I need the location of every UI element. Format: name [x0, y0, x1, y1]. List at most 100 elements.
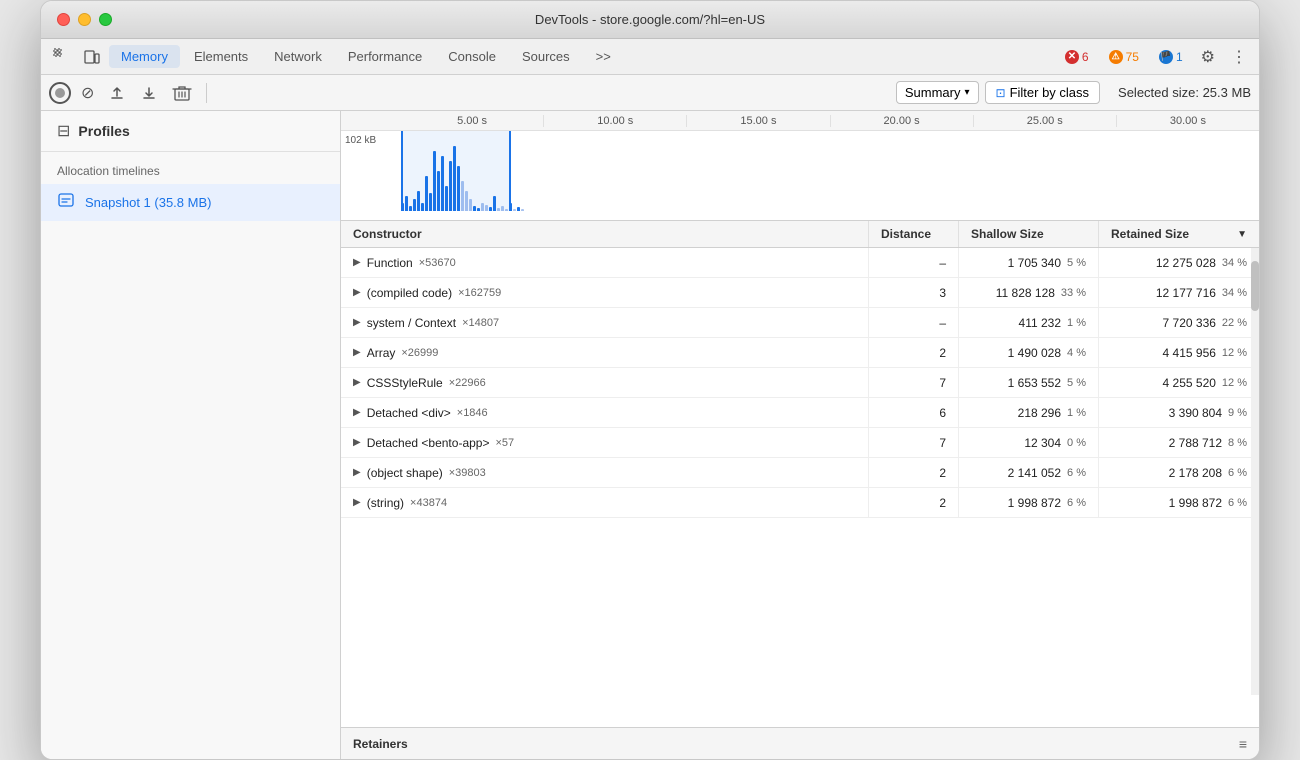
cell-shallow: 411 2321 %: [959, 308, 1099, 337]
info-badge[interactable]: 🏴 1: [1153, 48, 1189, 66]
snapshot-item[interactable]: Snapshot 1 (35.8 MB): [41, 184, 340, 221]
table-row: ▶ Detached <bento-app> ×57 7 12 3040 % 2…: [341, 428, 1259, 458]
timeline-area: 5.00 s 10.00 s 15.00 s 20.00 s 25.00 s 3…: [341, 111, 1259, 221]
expand-arrow[interactable]: ▶: [353, 437, 361, 448]
expand-arrow[interactable]: ▶: [353, 347, 361, 358]
error-badge[interactable]: ✕ 6: [1059, 48, 1095, 66]
expand-arrow[interactable]: ▶: [353, 467, 361, 478]
selected-size-label: Selected size: 25.3 MB: [1118, 85, 1251, 100]
minimize-button[interactable]: [78, 13, 91, 26]
cell-distance: 3: [869, 278, 959, 307]
main-toolbar: MemoryElementsNetworkPerformanceConsoleS…: [41, 39, 1259, 75]
cell-constructor: ▶ system / Context ×14807: [341, 308, 869, 337]
error-count: 6: [1082, 50, 1089, 64]
expand-arrow[interactable]: ▶: [353, 497, 361, 508]
device-toggle-icon[interactable]: [79, 44, 105, 70]
close-button[interactable]: [57, 13, 70, 26]
cell-distance: 2: [869, 458, 959, 487]
constructor-value: CSSStyleRule: [367, 376, 443, 390]
table-row: ▶ Function ×53670 – 1 705 3405 % 12 275 …: [341, 248, 1259, 278]
warning-count: 75: [1126, 50, 1139, 64]
count-value: ×39803: [449, 467, 486, 479]
tick-labels: 5.00 s 10.00 s 15.00 s 20.00 s 25.00 s 3…: [401, 115, 1259, 127]
timeline-ticks-row: 5.00 s 10.00 s 15.00 s 20.00 s 25.00 s 3…: [341, 111, 1259, 131]
count-value: ×14807: [462, 317, 499, 329]
cell-distance: 7: [869, 368, 959, 397]
tab-sources[interactable]: Sources: [510, 45, 582, 68]
retainers-label: Retainers: [353, 737, 408, 751]
expand-arrow[interactable]: ▶: [353, 257, 361, 268]
tab-network[interactable]: Network: [262, 45, 334, 68]
filter-by-class-button[interactable]: ⊡ Filter by class: [985, 81, 1101, 104]
sidebar: ⊟ Profiles Allocation timelines Snapshot…: [41, 111, 341, 759]
col-constructor[interactable]: Constructor: [341, 221, 869, 247]
retained-label: Retained Size: [1111, 227, 1189, 241]
cell-distance: –: [869, 248, 959, 277]
constructor-value: system / Context: [367, 316, 456, 330]
scrollbar-track[interactable]: [1251, 221, 1259, 695]
cell-shallow: 1 653 5525 %: [959, 368, 1099, 397]
table-row: ▶ (string) ×43874 2 1 998 8726 % 1 998 8…: [341, 488, 1259, 518]
warning-badge[interactable]: ⚠ 75: [1103, 48, 1145, 66]
cell-constructor: ▶ Function ×53670: [341, 248, 869, 277]
retainers-bar: Retainers ≡: [341, 727, 1259, 759]
constructor-label: Constructor: [353, 227, 422, 241]
more-options-icon[interactable]: ⋮: [1227, 43, 1251, 71]
summary-label: Summary: [905, 85, 961, 100]
expand-arrow[interactable]: ▶: [353, 377, 361, 388]
cell-shallow: 1 490 0284 %: [959, 338, 1099, 367]
tab-console[interactable]: Console: [436, 45, 508, 68]
tab->>[interactable]: >>: [584, 45, 623, 68]
scrollbar-thumb[interactable]: [1251, 261, 1259, 311]
cell-constructor: ▶ CSSStyleRule ×22966: [341, 368, 869, 397]
tick-5s: 5.00 s: [401, 115, 544, 127]
upload-button[interactable]: [104, 80, 130, 106]
retained-pct: 34 %: [1222, 257, 1247, 269]
settings-icon[interactable]: ⚙: [1197, 43, 1219, 71]
tick-10s: 10.00 s: [544, 115, 687, 127]
col-distance[interactable]: Distance: [869, 221, 959, 247]
record-button[interactable]: [49, 82, 71, 104]
table-row: ▶ (compiled code) ×162759 3 11 828 12833…: [341, 278, 1259, 308]
toolbar-divider: [206, 83, 207, 103]
main-content: ⊟ Profiles Allocation timelines Snapshot…: [41, 111, 1259, 759]
tick-25s: 25.00 s: [974, 115, 1117, 127]
maximize-button[interactable]: [99, 13, 112, 26]
cell-shallow: 1 705 3405 %: [959, 248, 1099, 277]
expand-arrow[interactable]: ▶: [353, 317, 361, 328]
retained-pct: 22 %: [1222, 317, 1247, 329]
count-value: ×162759: [458, 287, 501, 299]
cell-retained: 7 720 33622 %: [1099, 308, 1259, 337]
tab-elements[interactable]: Elements: [182, 45, 260, 68]
summary-dropdown[interactable]: Summary ▾: [896, 81, 979, 104]
inspect-icon[interactable]: [49, 44, 75, 70]
info-dot: 🏴: [1159, 50, 1173, 64]
cell-distance: 2: [869, 338, 959, 367]
constructor-value: (object shape): [367, 466, 443, 480]
expand-arrow[interactable]: ▶: [353, 287, 361, 298]
tab-memory[interactable]: Memory: [109, 45, 180, 68]
tab-performance[interactable]: Performance: [336, 45, 434, 68]
cell-constructor: ▶ Array ×26999: [341, 338, 869, 367]
info-count: 1: [1176, 50, 1183, 64]
shallow-pct: 0 %: [1067, 437, 1086, 449]
shallow-pct: 1 %: [1067, 317, 1086, 329]
retained-pct: 34 %: [1222, 287, 1247, 299]
shallow-pct: 33 %: [1061, 287, 1086, 299]
retainers-menu-icon[interactable]: ≡: [1239, 736, 1247, 752]
col-retained[interactable]: Retained Size ▼: [1099, 221, 1259, 247]
toolbar-right: ✕ 6 ⚠ 75 🏴 1 ⚙ ⋮: [1059, 43, 1251, 71]
shallow-pct: 6 %: [1067, 497, 1086, 509]
memory-table: Constructor Distance Shallow Size Retain…: [341, 221, 1259, 727]
collect-garbage-button[interactable]: [168, 80, 196, 106]
shallow-pct: 4 %: [1067, 347, 1086, 359]
col-shallow[interactable]: Shallow Size: [959, 221, 1099, 247]
cell-constructor: ▶ (compiled code) ×162759: [341, 278, 869, 307]
cell-distance: –: [869, 308, 959, 337]
download-button[interactable]: [136, 80, 162, 106]
main-panel: 5.00 s 10.00 s 15.00 s 20.00 s 25.00 s 3…: [341, 111, 1259, 759]
clear-button[interactable]: ⊘: [77, 79, 98, 107]
expand-arrow[interactable]: ▶: [353, 407, 361, 418]
cell-distance: 6: [869, 398, 959, 427]
cell-shallow: 2 141 0526 %: [959, 458, 1099, 487]
